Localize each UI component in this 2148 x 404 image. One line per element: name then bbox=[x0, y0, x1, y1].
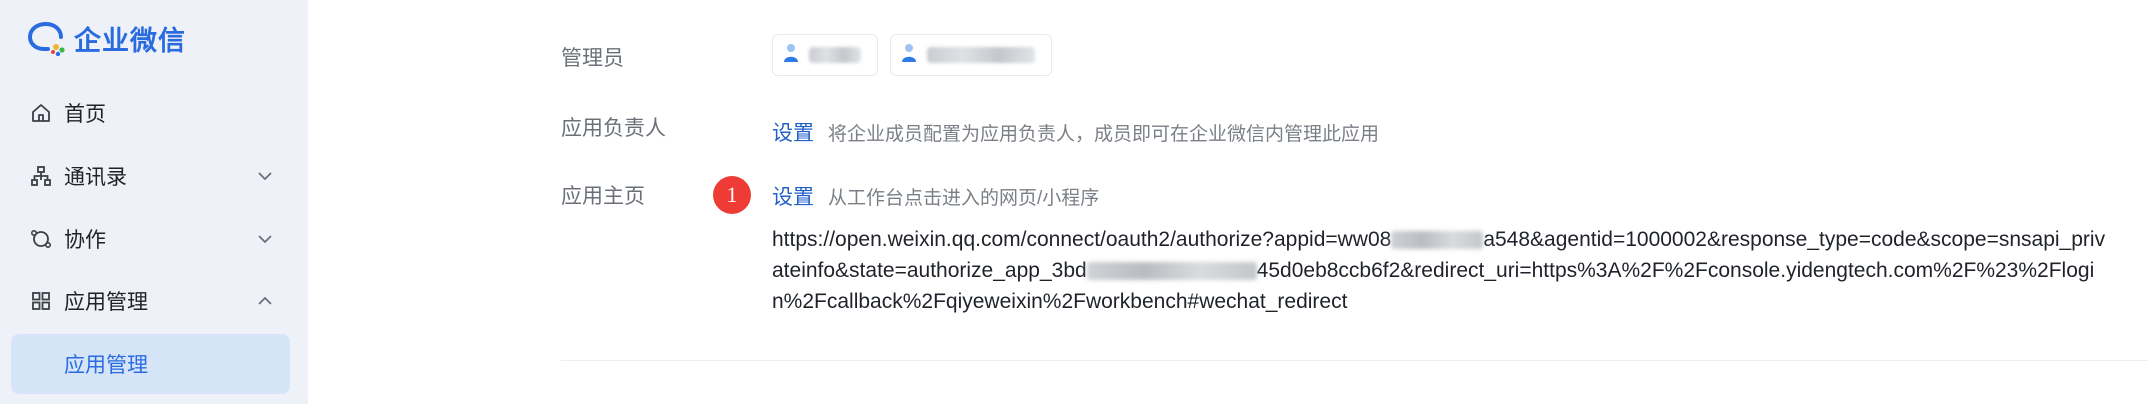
sidebar: 企业微信 首页 通讯录 协作 应用管理 应用管理 bbox=[0, 0, 308, 404]
person-icon bbox=[783, 42, 803, 69]
url-part: https://open.weixin.qq.com/connect/oauth… bbox=[772, 228, 1392, 251]
collab-icon bbox=[30, 228, 52, 250]
admin-name-redacted bbox=[927, 47, 1035, 63]
person-icon bbox=[901, 42, 921, 69]
admin-name-redacted bbox=[809, 47, 861, 63]
brand-logo[interactable]: 企业微信 bbox=[26, 20, 186, 56]
admin-chip[interactable] bbox=[772, 34, 878, 76]
url-redacted bbox=[1391, 231, 1484, 250]
owner-description: 将企业成员配置为应用负责人，成员即可在企业微信内管理此应用 bbox=[828, 124, 1380, 145]
sidebar-subitem-label: 应用管理 bbox=[64, 354, 148, 377]
sidebar-item-contacts[interactable]: 通讯录 bbox=[0, 145, 308, 207]
sidebar-item-label: 应用管理 bbox=[64, 291, 148, 314]
step-badge: 1 bbox=[713, 176, 751, 214]
sidebar-item-label: 通讯录 bbox=[64, 166, 127, 189]
owner-set-link[interactable]: 设置 bbox=[772, 117, 814, 147]
homepage-url: https://open.weixin.qq.com/connect/oauth… bbox=[772, 224, 2112, 317]
chevron-up-icon[interactable] bbox=[254, 290, 276, 312]
sidebar-subitem-app-management[interactable]: 应用管理 bbox=[11, 334, 290, 394]
sidebar-item-label: 协作 bbox=[64, 229, 106, 252]
home-icon bbox=[30, 102, 52, 124]
homepage-label: 应用主页 bbox=[561, 185, 645, 208]
chevron-down-icon[interactable] bbox=[254, 165, 276, 187]
homepage-description: 从工作台点击进入的网页/小程序 bbox=[828, 188, 1100, 209]
sidebar-item-app-management[interactable]: 应用管理 bbox=[0, 270, 308, 332]
section-divider bbox=[561, 360, 2148, 361]
owner-label: 应用负责人 bbox=[561, 117, 666, 140]
admin-chip[interactable] bbox=[890, 34, 1052, 76]
sidebar-item-collab[interactable]: 协作 bbox=[0, 208, 308, 270]
admins-label: 管理员 bbox=[561, 47, 624, 70]
org-chart-icon bbox=[30, 165, 52, 187]
wecom-logo-icon bbox=[26, 20, 66, 56]
chevron-down-icon[interactable] bbox=[254, 228, 276, 250]
url-redacted bbox=[1086, 262, 1257, 281]
brand-name: 企业微信 bbox=[74, 25, 186, 56]
homepage-set-link[interactable]: 设置 bbox=[772, 181, 814, 211]
sidebar-item-home[interactable]: 首页 bbox=[0, 82, 308, 144]
grid-icon bbox=[30, 290, 52, 312]
sidebar-item-label: 首页 bbox=[64, 103, 106, 126]
